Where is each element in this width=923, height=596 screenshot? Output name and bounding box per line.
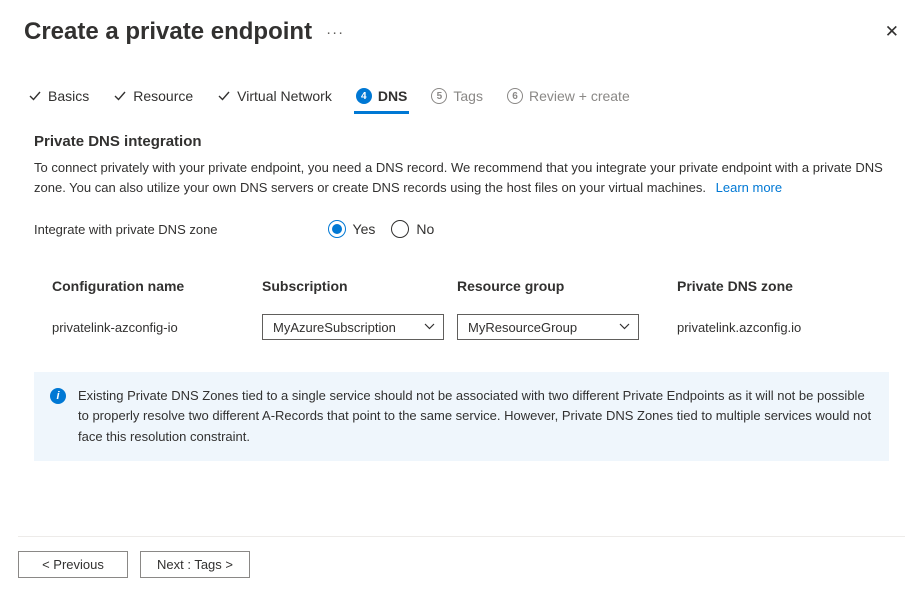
cell-config-name: privatelink-azconfig-io (52, 320, 262, 335)
more-actions-icon[interactable]: ··· (326, 25, 344, 40)
radio-yes-label: Yes (353, 221, 376, 237)
tab-tags[interactable]: 5 Tags (429, 82, 485, 114)
wizard-footer: < Previous Next : Tags > (18, 536, 905, 578)
wizard-tabs: Basics Resource Virtual Network 4 DNS 5 … (24, 82, 899, 115)
page-title: Create a private endpoint (24, 18, 312, 46)
integrate-label: Integrate with private DNS zone (34, 222, 218, 237)
col-config: Configuration name (52, 278, 262, 294)
section-description: To connect privately with your private e… (34, 158, 884, 198)
col-resource-group: Resource group (457, 278, 677, 294)
tab-dns[interactable]: 4 DNS (354, 82, 410, 114)
subscription-value: MyAzureSubscription (273, 320, 396, 335)
radio-yes[interactable]: Yes (328, 220, 376, 238)
tab-label: Review + create (529, 88, 630, 104)
check-icon (217, 89, 231, 103)
integrate-option-row: Integrate with private DNS zone Yes No (34, 220, 889, 238)
tab-virtual-network[interactable]: Virtual Network (215, 82, 334, 114)
tab-label: DNS (378, 88, 408, 104)
tab-label: Tags (453, 88, 483, 104)
radio-icon (328, 220, 346, 238)
step-number-icon: 5 (431, 88, 447, 104)
previous-button[interactable]: < Previous (18, 551, 128, 578)
info-banner: i Existing Private DNS Zones tied to a s… (34, 372, 889, 460)
info-text: Existing Private DNS Zones tied to a sin… (78, 386, 873, 446)
cell-dns-zone: privatelink.azconfig.io (677, 320, 871, 335)
col-zone: Private DNS zone (677, 278, 871, 294)
check-icon (28, 89, 42, 103)
table-row: privatelink-azconfig-io MyAzureSubscript… (34, 304, 889, 350)
section-title: Private DNS integration (34, 133, 889, 150)
info-icon: i (50, 388, 66, 404)
col-subscription: Subscription (262, 278, 457, 294)
radio-icon (391, 220, 409, 238)
radio-group: Yes No (328, 220, 435, 238)
tab-content: Private DNS integration To connect priva… (24, 133, 899, 461)
subscription-select[interactable]: MyAzureSubscription (262, 314, 444, 340)
next-button[interactable]: Next : Tags > (140, 551, 250, 578)
resource-group-select[interactable]: MyResourceGroup (457, 314, 639, 340)
check-icon (113, 89, 127, 103)
step-number-icon: 6 (507, 88, 523, 104)
tab-label: Resource (133, 88, 193, 104)
radio-no-label: No (416, 221, 434, 237)
tab-label: Virtual Network (237, 88, 332, 104)
header-left: Create a private endpoint ··· (24, 18, 344, 46)
radio-no[interactable]: No (391, 220, 434, 238)
chevron-down-icon (424, 322, 435, 333)
dns-config-table: Configuration name Subscription Resource… (34, 268, 889, 350)
tab-resource[interactable]: Resource (111, 82, 195, 114)
step-number-icon: 4 (356, 88, 372, 104)
resource-group-value: MyResourceGroup (468, 320, 577, 335)
tab-review-create[interactable]: 6 Review + create (505, 82, 632, 114)
table-header: Configuration name Subscription Resource… (34, 268, 889, 304)
close-icon[interactable]: ✕ (885, 22, 899, 42)
page-header: Create a private endpoint ··· ✕ (24, 18, 899, 46)
tab-basics[interactable]: Basics (26, 82, 91, 114)
chevron-down-icon (619, 322, 630, 333)
learn-more-link[interactable]: Learn more (716, 180, 782, 195)
tab-label: Basics (48, 88, 89, 104)
